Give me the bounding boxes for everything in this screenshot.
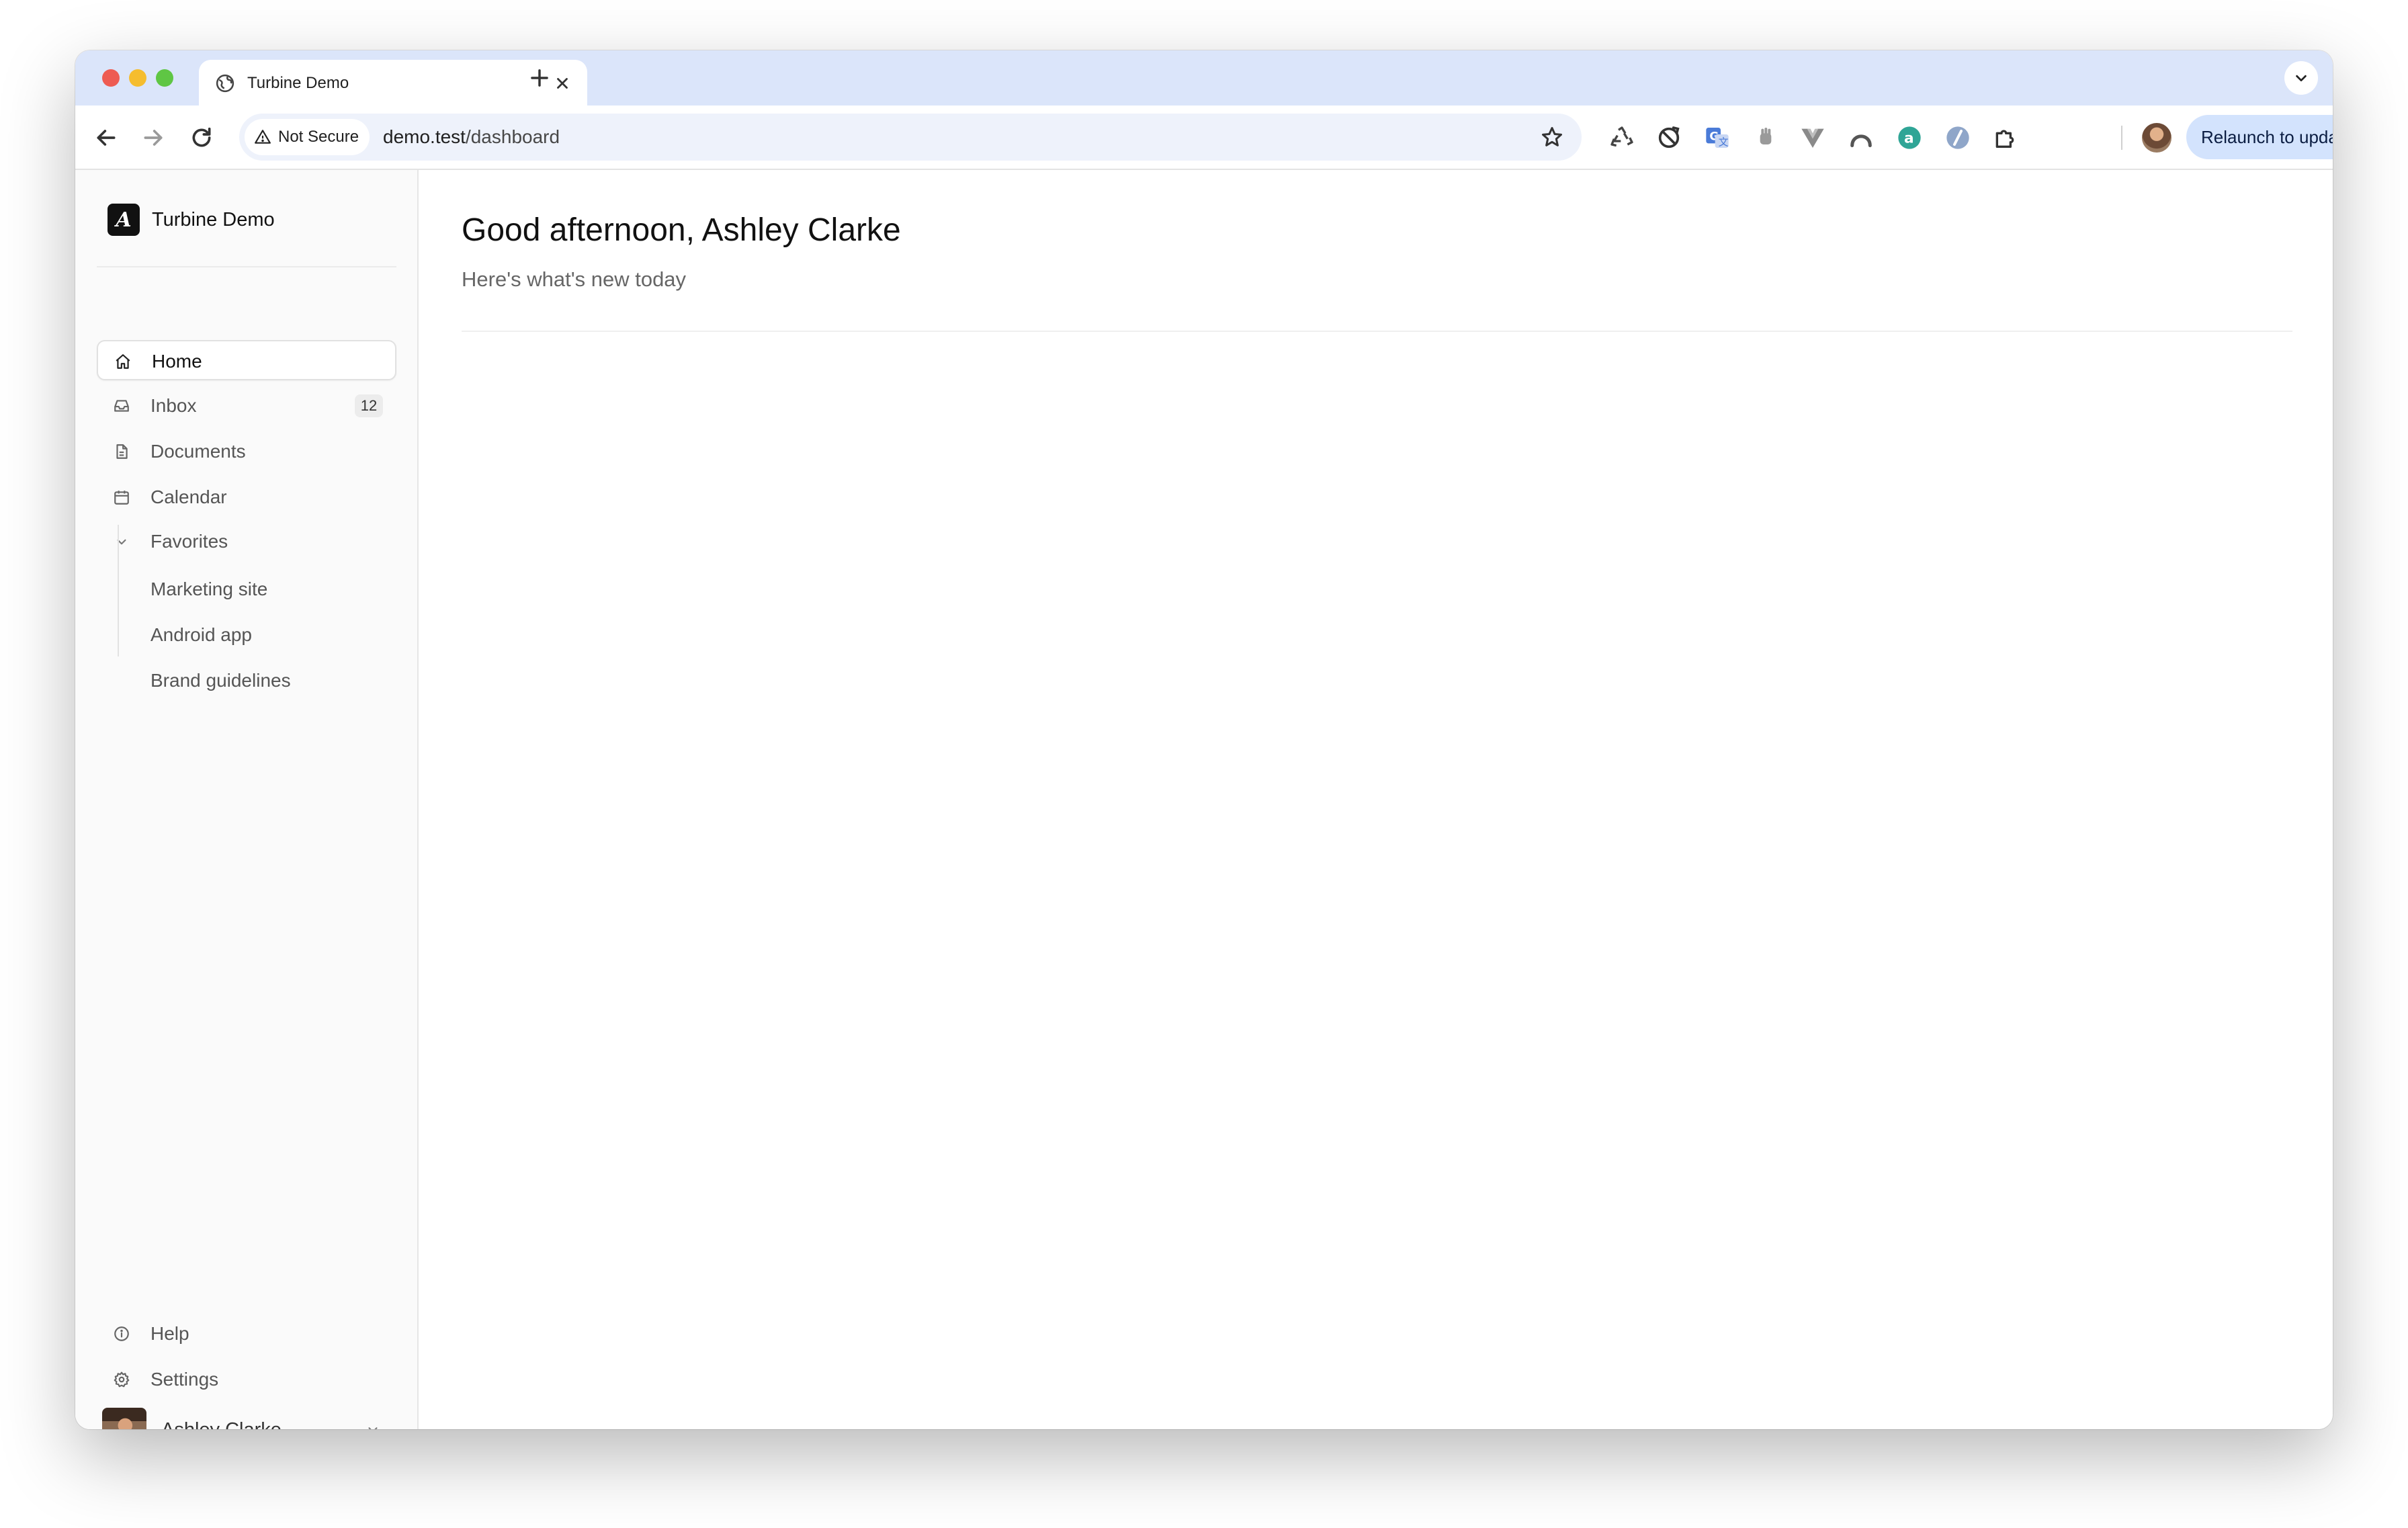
tab-search-button[interactable] [2284, 61, 2318, 95]
maximize-window-button[interactable] [156, 69, 173, 87]
favorite-item-android-app[interactable]: Android app [97, 615, 396, 655]
calendar-icon [114, 491, 129, 505]
user-avatar [102, 1408, 146, 1429]
sidebar-item-label: Home [152, 351, 202, 372]
favorite-item-label: Marketing site [150, 579, 268, 599]
inbox-icon [114, 400, 129, 412]
sidebar: A Turbine Demo Home Inbox 12 Documents C… [75, 170, 419, 1429]
favorite-item-label: Android app [150, 624, 253, 645]
sidebar-item-settings[interactable]: Settings [97, 1359, 396, 1400]
warning-icon [255, 130, 271, 144]
favorite-item-label: Brand guidelines [150, 670, 291, 691]
relaunch-label: Relaunch to update [2201, 127, 2333, 147]
chevron-down-icon [368, 1427, 378, 1429]
recycle-extension-icon[interactable] [1608, 124, 1635, 151]
tab-title: Turbine Demo [247, 74, 349, 92]
sidebar-item-label: Documents [150, 441, 246, 462]
forward-arrow-icon[interactable] [140, 124, 167, 151]
chevron-down-icon [2296, 75, 2307, 82]
chevron-down-icon [117, 539, 126, 545]
globe-icon [216, 74, 234, 93]
hand-extension-icon[interactable] [1752, 124, 1779, 151]
sidebar-item-calendar[interactable]: Calendar [97, 477, 396, 517]
page-subtitle: Here's what's new today [462, 267, 687, 291]
user-name: Ashley Clarke [161, 1419, 282, 1429]
url-host: demo.test [383, 126, 466, 147]
browser-window: Turbine Demo Not Secure demo.test/dashbo… [75, 50, 2333, 1429]
sidebar-item-label: Settings [150, 1369, 219, 1390]
profile-avatar[interactable] [2142, 123, 2172, 153]
page-title: Good afternoon, Ashley Clarke [462, 212, 901, 248]
arc-extension-icon[interactable] [1848, 124, 1875, 151]
home-icon [116, 354, 130, 369]
back-arrow-icon[interactable] [93, 124, 120, 151]
favorites-label: Favorites [150, 531, 228, 552]
address-bar[interactable]: Not Secure demo.test/dashboard [239, 114, 1582, 161]
favorite-item-brand-guidelines[interactable]: Brand guidelines [97, 661, 396, 701]
amazon-extension-icon[interactable]: a [1896, 124, 1923, 151]
translate-extension-icon[interactable]: G 文 [1704, 124, 1731, 151]
reload-icon[interactable] [188, 124, 215, 151]
sidebar-item-label: Help [150, 1323, 189, 1344]
security-chip[interactable]: Not Secure [245, 119, 370, 155]
close-tab-icon[interactable] [554, 75, 571, 92]
sidebar-item-home[interactable]: Home [97, 340, 396, 380]
security-label: Not Secure [278, 128, 359, 146]
info-icon [114, 1326, 129, 1341]
favorites-toggle[interactable]: Favorites [97, 521, 396, 562]
brand-name: Turbine Demo [152, 208, 275, 230]
refresh-blocker-extension-icon[interactable] [1656, 124, 1682, 151]
sidebar-item-label: Inbox [150, 395, 197, 416]
svg-text:a: a [1904, 130, 1914, 147]
inbox-count-badge: 12 [355, 394, 383, 417]
bookmark-star-icon[interactable] [1540, 125, 1564, 149]
close-window-button[interactable] [102, 69, 120, 87]
new-tab-icon[interactable] [527, 65, 552, 91]
main-content: Good afternoon, Ashley Clarke Here's wha… [419, 170, 2333, 1429]
brand-logo: A [108, 204, 140, 236]
favorite-item-marketing-site[interactable]: Marketing site [97, 569, 396, 609]
tab-strip: Turbine Demo [75, 50, 2333, 105]
app-page: A Turbine Demo Home Inbox 12 Documents C… [75, 170, 2333, 1429]
sidebar-divider [97, 266, 396, 267]
sidebar-item-documents[interactable]: Documents [97, 431, 396, 472]
sidebar-item-help[interactable]: Help [97, 1314, 396, 1354]
relaunch-button[interactable]: Relaunch to update [2186, 115, 2333, 159]
url-text: demo.test/dashboard [383, 126, 560, 148]
toolbar-separator [2121, 126, 2122, 150]
svg-text:文: 文 [1719, 136, 1729, 148]
privacy-extension-icon[interactable] [1944, 124, 1971, 151]
document-icon [116, 444, 128, 459]
vue-devtools-extension-icon[interactable] [1799, 124, 1826, 151]
url-path: /dashboard [465, 126, 560, 147]
puzzle-extensions-icon[interactable] [1991, 124, 2018, 151]
header-divider [462, 331, 2292, 332]
sidebar-item-label: Calendar [150, 486, 227, 507]
sidebar-item-inbox[interactable]: Inbox 12 [97, 386, 396, 426]
user-menu-button[interactable]: Ashley Clarke [97, 1405, 396, 1429]
minimize-window-button[interactable] [129, 69, 146, 87]
browser-toolbar: Not Secure demo.test/dashboard G 文 a Rel… [75, 105, 2333, 170]
brand[interactable]: A Turbine Demo [108, 204, 275, 236]
gear-icon [114, 1371, 130, 1388]
